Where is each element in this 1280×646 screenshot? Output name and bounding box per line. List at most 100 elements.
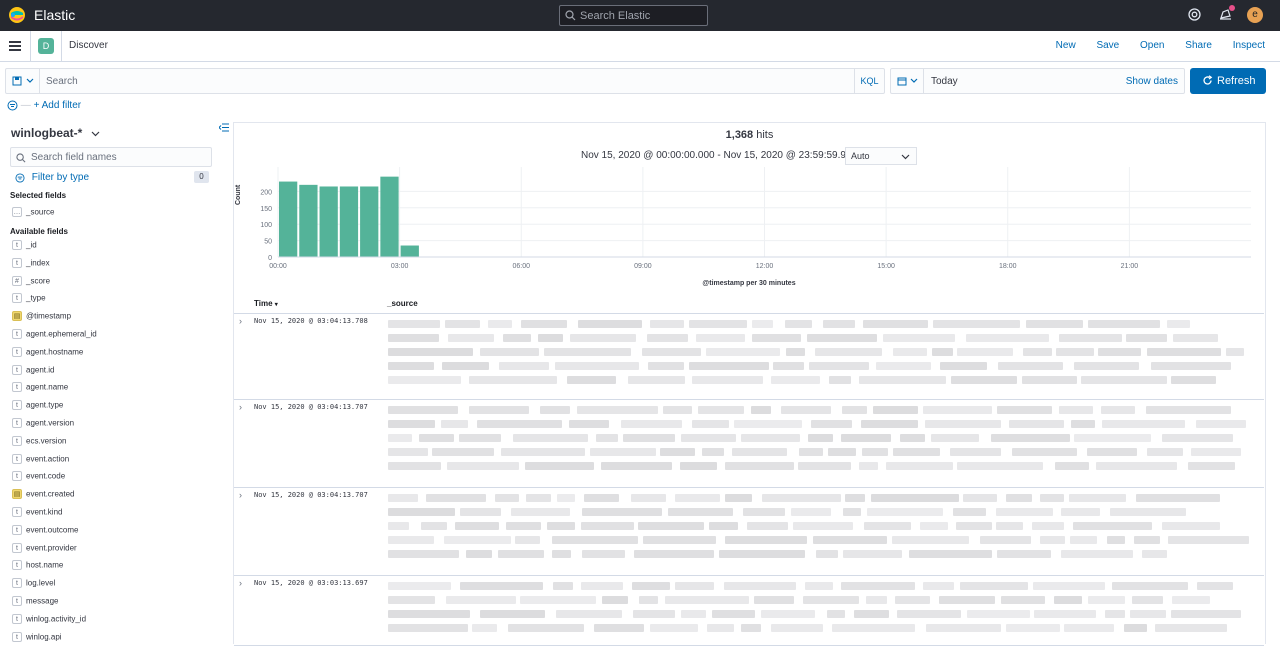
row-source-redacted (384, 576, 1264, 645)
time-column-header[interactable]: Time ▾ (254, 299, 278, 308)
field-name: winlog.activity_id (26, 614, 87, 624)
filter-by-type-label: Filter by type (31, 172, 90, 183)
filter-count-badge: 0 (194, 171, 209, 183)
collapse-sidebar-icon[interactable] (219, 123, 229, 132)
notification-badge (1229, 5, 1235, 11)
filter-divider: — (20, 100, 31, 111)
field-name: agent.type (26, 400, 64, 410)
expand-row-icon[interactable]: › (239, 578, 242, 588)
field-type-icon: t (12, 435, 22, 446)
source-column-header: _source (387, 299, 418, 308)
time-range-label: Nov 15, 2020 @ 00:00:00.000 - Nov 15, 20… (581, 150, 858, 161)
inspect-link[interactable]: Inspect (1233, 40, 1265, 51)
field-item[interactable]: t agent.id (12, 364, 54, 379)
field-name: ecs.version (26, 436, 67, 446)
filter-by-type-button[interactable]: Filter by type (15, 172, 89, 183)
field-item[interactable]: t agent.ephemeral_id (12, 329, 97, 343)
new-link[interactable]: New (1056, 40, 1076, 51)
field-name: agent.hostname (26, 347, 84, 357)
table-header: Time ▾ _source (234, 296, 1264, 314)
save-link[interactable]: Save (1096, 40, 1119, 51)
field-item[interactable]: t event.action (12, 453, 70, 468)
field-name: message (26, 596, 59, 606)
field-type-icon: t (12, 631, 22, 642)
histogram-chart[interactable]: 0 50 100 150 200 00:00 03:00 06:00 09:00 12:00 15:… (234, 163, 1264, 293)
quick-date-menu-button[interactable] (891, 69, 924, 93)
global-search-input[interactable]: Search Elastic (559, 5, 708, 26)
elastic-logo-icon[interactable] (8, 6, 26, 24)
field-item[interactable]: … _source (12, 207, 54, 221)
calendar-icon (897, 77, 907, 86)
refresh-button[interactable]: Refresh (1190, 68, 1266, 94)
saved-query-button[interactable] (6, 69, 40, 93)
table-row[interactable]: › Nov 15, 2020 @ 03:04:13.707 (234, 400, 1264, 488)
open-link[interactable]: Open (1140, 40, 1164, 51)
field-item[interactable]: t agent.version (12, 418, 74, 432)
query-input[interactable]: Search (46, 76, 78, 87)
field-item[interactable]: t message (12, 596, 58, 610)
user-avatar[interactable]: e (1247, 7, 1263, 23)
field-item[interactable]: t event.provider (12, 542, 77, 557)
field-name: event.outcome (26, 525, 79, 535)
histogram-bar[interactable] (400, 245, 419, 257)
field-item[interactable]: ▤ @timestamp (12, 311, 71, 325)
sort-down-icon[interactable]: ▾ (275, 302, 278, 308)
query-language-button[interactable]: KQL (854, 69, 884, 93)
expand-row-icon[interactable]: › (239, 316, 242, 326)
field-search-input[interactable]: Search field names (10, 147, 212, 167)
field-item[interactable]: ▤ event.created (12, 489, 74, 503)
histogram-bar[interactable] (319, 186, 338, 257)
row-timestamp: Nov 15, 2020 @ 03:04:13.707 (254, 491, 368, 499)
field-item[interactable]: t host.name (12, 560, 63, 574)
show-dates-link[interactable]: Show dates (1126, 76, 1178, 87)
histogram-bar[interactable] (299, 184, 318, 257)
x-tick-label: 09:00 (634, 263, 652, 270)
field-item[interactable]: t agent.type (12, 400, 63, 414)
x-tick-label: 15:00 (877, 263, 895, 270)
field-item[interactable]: t event.kind (12, 507, 62, 521)
table-row[interactable]: › Nov 15, 2020 @ 03:04:13.707 (234, 488, 1264, 576)
field-item[interactable]: t log.level (12, 578, 55, 592)
table-row[interactable]: › Nov 15, 2020 @ 03:04:13.708 (234, 314, 1264, 400)
field-name: event.action (26, 454, 70, 464)
y-axis-label: Count (235, 184, 242, 205)
field-name: _id (26, 240, 37, 250)
histogram-bar[interactable] (380, 176, 399, 257)
x-tick-label: 03:00 (391, 263, 409, 270)
field-name: agent.name (26, 382, 69, 392)
expand-row-icon[interactable]: › (239, 490, 242, 500)
menu-icon[interactable] (9, 41, 21, 51)
field-item[interactable]: # _score (12, 275, 50, 290)
field-item[interactable]: t winlog.activity_id (12, 613, 87, 628)
table-row[interactable]: › Nov 15, 2020 @ 03:03:13.697 (234, 576, 1264, 646)
field-type-icon: t (12, 471, 22, 482)
histogram-bar[interactable] (279, 181, 298, 257)
histogram-bar[interactable] (360, 186, 379, 257)
expand-row-icon[interactable]: › (239, 402, 242, 412)
share-link[interactable]: Share (1185, 40, 1212, 51)
available-fields-title: Available fields (10, 227, 68, 236)
field-type-icon: t (12, 382, 22, 393)
field-item[interactable]: t ecs.version (12, 435, 67, 450)
field-item[interactable]: t winlog.api (12, 631, 62, 646)
app-badge[interactable]: D (38, 38, 54, 54)
index-pattern-selector[interactable]: winlogbeat-* (11, 126, 100, 140)
chevron-down-icon (910, 78, 918, 83)
filter-options-icon[interactable] (7, 100, 18, 111)
date-range-value[interactable]: Today (931, 76, 958, 87)
field-item[interactable]: t _index (12, 257, 50, 272)
y-tick-label: 150 (260, 206, 272, 213)
field-item[interactable]: t _type (12, 293, 46, 307)
help-icon[interactable] (1188, 8, 1201, 21)
field-item[interactable]: t agent.hostname (12, 346, 84, 361)
x-tick-label: 12:00 (756, 263, 774, 270)
field-item[interactable]: t event.code (12, 471, 65, 485)
field-type-icon: t (12, 542, 22, 553)
field-item[interactable]: t agent.name (12, 382, 68, 396)
field-type-icon: t (12, 578, 22, 589)
histogram-bar[interactable] (339, 186, 359, 257)
field-item[interactable]: t _id (12, 240, 37, 254)
breadcrumb-discover: Discover (69, 40, 108, 51)
field-item[interactable]: t event.outcome (12, 524, 79, 539)
add-filter-button[interactable]: + Add filter (34, 100, 82, 111)
